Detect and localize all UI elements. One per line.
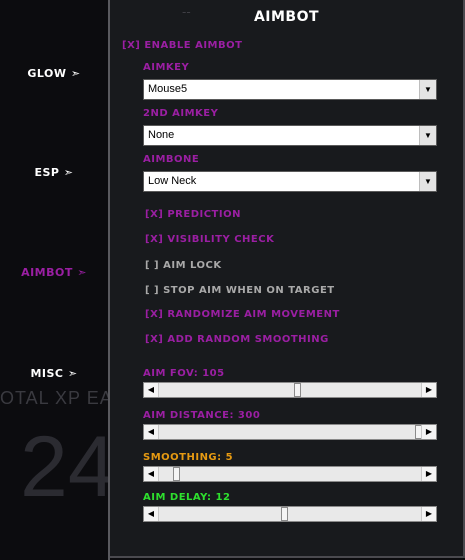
aimbone-select[interactable]: Low Neck ▼ xyxy=(143,171,437,192)
aimkey-value: Mouse5 xyxy=(148,83,188,95)
aimkey2-value: None xyxy=(148,129,175,141)
arrow-right-icon[interactable]: ▶ xyxy=(421,383,436,397)
prediction-checkbox[interactable]: [X] PREDICTION xyxy=(145,209,241,220)
sidebar-item-misc[interactable]: MISC ➣ xyxy=(0,367,108,380)
slider-thumb[interactable] xyxy=(173,467,180,481)
aim-fov-label: AIM FOV: 105 xyxy=(143,368,225,379)
aimbone-label: AIMBONE xyxy=(143,154,200,165)
sidebar-item-aimbot[interactable]: AIMBOT ➣ xyxy=(0,266,108,279)
aim-delay-label: AIM DELAY: 12 xyxy=(143,492,231,503)
aim-delay-slider[interactable]: ◀ ▶ xyxy=(143,506,437,522)
randomize-aim-movement-checkbox[interactable]: [X] RANDOMIZE AIM MOVEMENT xyxy=(145,309,340,320)
arrow-right-icon[interactable]: ▶ xyxy=(421,507,436,521)
sidebar-item-esp[interactable]: ESP ➣ xyxy=(0,166,108,179)
aimkey2-select[interactable]: None ▼ xyxy=(143,125,437,146)
aimkey-select[interactable]: Mouse5 ▼ xyxy=(143,79,437,100)
aimkey2-label: 2ND AIMKEY xyxy=(143,108,219,119)
aim-distance-label: AIM DISTANCE: 300 xyxy=(143,410,261,421)
arrow-left-icon[interactable]: ◀ xyxy=(144,425,159,439)
aim-fov-slider[interactable]: ◀ ▶ xyxy=(143,382,437,398)
arrow-left-icon[interactable]: ◀ xyxy=(144,467,159,481)
aimbone-value: Low Neck xyxy=(148,175,197,187)
random-smoothing-checkbox[interactable]: [X] ADD RANDOM SMOOTHING xyxy=(145,334,329,345)
arrow-left-icon[interactable]: ◀ xyxy=(144,383,159,397)
enable-aimbot-checkbox[interactable]: [X] ENABLE AIMBOT xyxy=(122,40,242,51)
aim-distance-slider[interactable]: ◀ ▶ xyxy=(143,424,437,440)
chevron-down-icon: ▼ xyxy=(419,80,436,99)
arrow-left-icon[interactable]: ◀ xyxy=(144,507,159,521)
smoothing-slider[interactable]: ◀ ▶ xyxy=(143,466,437,482)
sidebar: GLOW ➣ ESP ➣ AIMBOT ➣ MISC ➣ xyxy=(0,0,108,560)
aimbot-panel: -- AIMBOT [X] ENABLE AIMBOT AIMKEY Mouse… xyxy=(110,0,465,558)
stop-aim-on-target-checkbox[interactable]: [ ] STOP AIM WHEN ON TARGET xyxy=(145,285,335,296)
chevron-down-icon: ▼ xyxy=(419,126,436,145)
visibility-check-checkbox[interactable]: [X] VISIBILITY CHECK xyxy=(145,234,274,245)
slider-thumb[interactable] xyxy=(281,507,288,521)
panel-title: AIMBOT xyxy=(253,9,320,25)
aimkey-label: AIMKEY xyxy=(143,62,190,73)
slider-thumb[interactable] xyxy=(294,383,301,397)
chevron-down-icon: ▼ xyxy=(419,172,436,191)
smoothing-label: SMOOTHING: 5 xyxy=(143,452,234,463)
arrow-right-icon[interactable]: ▶ xyxy=(421,467,436,481)
sidebar-item-glow[interactable]: GLOW ➣ xyxy=(0,67,108,80)
aim-lock-checkbox[interactable]: [ ] AIM LOCK xyxy=(145,260,222,271)
arrow-right-icon[interactable]: ▶ xyxy=(421,425,436,439)
